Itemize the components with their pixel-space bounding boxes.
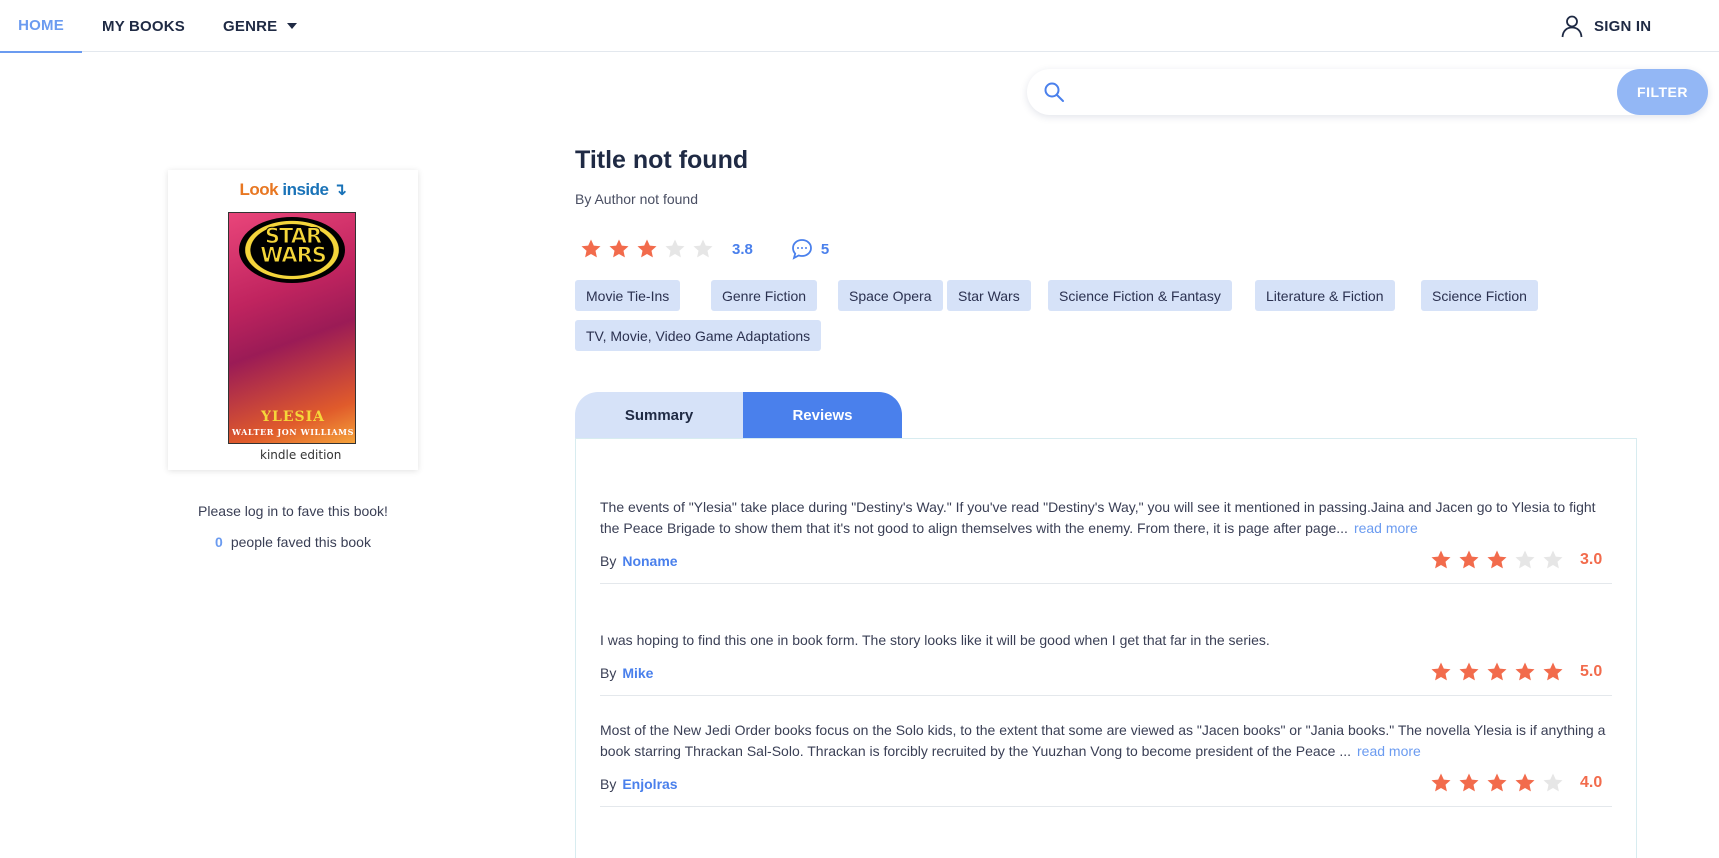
star-icon <box>1459 773 1479 792</box>
look-inside-badge[interactable]: Look inside ↴ <box>168 180 418 200</box>
arrow-down-icon: ↴ <box>332 180 347 199</box>
star-icon <box>1459 662 1479 681</box>
cover-book-name: YLESIA <box>260 409 326 425</box>
book-rating-stars <box>580 238 720 260</box>
book-title: Title not found <box>575 146 749 174</box>
star-icon <box>693 239 713 258</box>
genre-tag[interactable]: Star Wars <box>947 280 1031 311</box>
star-icon <box>1543 550 1563 569</box>
book-tabs: Summary Reviews <box>575 392 902 438</box>
review-item: The events of "Ylesia" take place during… <box>600 497 1612 584</box>
star-icon <box>1431 550 1451 569</box>
fave-count-label: people faved this book <box>230 534 371 550</box>
review-score: 4.0 <box>1580 774 1603 791</box>
star-icon <box>1487 662 1507 681</box>
review-rating-stars <box>1430 549 1570 571</box>
comment-icon[interactable] <box>791 238 813 260</box>
tab-reviews[interactable]: Reviews <box>743 392 902 438</box>
star-icon <box>637 239 657 258</box>
kindle-edition-label: kindle edition <box>260 448 342 462</box>
genre-tag[interactable]: TV, Movie, Video Game Adaptations <box>575 320 822 351</box>
reviewer-name[interactable]: Noname <box>622 553 677 569</box>
review-rating: 4.0 <box>1430 772 1612 794</box>
nav-home[interactable]: HOME <box>0 0 82 53</box>
star-icon <box>609 239 629 258</box>
fave-login-note: Please log in to fave this book! <box>198 503 388 519</box>
sign-in-button[interactable]: SIGN IN <box>1560 0 1651 52</box>
review-author: By Enjolras <box>600 776 678 792</box>
cover-series-text: STAR WARS <box>260 224 328 267</box>
nav-my-books[interactable]: MY BOOKS <box>102 0 185 52</box>
review-footer: By Mike 5.0 <box>600 651 1612 695</box>
reviewer-name[interactable]: Enjolras <box>622 776 677 792</box>
review-score: 5.0 <box>1580 663 1603 680</box>
review-rating-stars <box>1430 661 1570 683</box>
comment-count[interactable]: 5 <box>821 241 829 258</box>
nav-genre-label: GENRE <box>223 17 278 35</box>
cover-image: STAR WARS YLESIA WALTER JON WILLIAMS <box>228 212 356 444</box>
genre-tag[interactable]: Science Fiction & Fantasy <box>1048 280 1232 311</box>
chevron-down-icon <box>287 23 298 29</box>
reviews-panel: The events of "Ylesia" take place during… <box>575 438 1637 858</box>
read-more-link[interactable]: read more <box>1354 520 1418 536</box>
top-navbar: HOME MY BOOKS GENRE SIGN IN <box>0 0 1719 53</box>
search-input[interactable] <box>1077 77 1637 107</box>
star-icon <box>1487 550 1507 569</box>
review-text: I was hoping to find this one in book fo… <box>600 632 1270 648</box>
book-cover[interactable]: Look inside ↴ STAR WARS YLESIA WALTER JO… <box>168 170 418 470</box>
fave-count-number: 0 <box>215 534 223 550</box>
book-rating-value: 3.8 <box>732 240 753 258</box>
genre-tag[interactable]: Science Fiction <box>1421 280 1538 311</box>
review-text: Most of the New Jedi Order books focus o… <box>600 722 1606 759</box>
star-icon <box>1515 773 1535 792</box>
genre-tag[interactable]: Movie Tie-Ins <box>575 280 681 311</box>
star-icon <box>1487 773 1507 792</box>
book-author: By Author not found <box>575 191 698 207</box>
review-rating-stars <box>1430 772 1570 794</box>
genre-tag[interactable]: Space Opera <box>838 280 943 311</box>
star-icon <box>1431 662 1451 681</box>
filter-button[interactable]: FILTER <box>1617 69 1708 115</box>
review-footer: By Enjolras 4.0 <box>600 762 1612 806</box>
reviewer-name[interactable]: Mike <box>622 665 653 681</box>
review-item: Most of the New Jedi Order books focus o… <box>600 720 1612 807</box>
genre-tag[interactable]: Literature & Fiction <box>1255 280 1395 311</box>
review-rating: 3.0 <box>1430 549 1612 571</box>
review-score: 3.0 <box>1580 551 1603 568</box>
read-more-link[interactable]: read more <box>1357 743 1421 759</box>
review-text: The events of "Ylesia" take place during… <box>600 499 1596 536</box>
review-item: I was hoping to find this one in book fo… <box>600 630 1612 696</box>
star-icon <box>581 239 601 258</box>
review-author: By Noname <box>600 553 678 569</box>
star-icon <box>1459 550 1479 569</box>
star-icon <box>1431 773 1451 792</box>
search-icon <box>1044 82 1064 102</box>
star-icon <box>1543 662 1563 681</box>
user-icon <box>1561 15 1583 38</box>
star-icon <box>1543 773 1563 792</box>
sign-in-label: SIGN IN <box>1594 17 1652 35</box>
star-icon <box>665 239 685 258</box>
search-bar: FILTER <box>1027 69 1708 115</box>
cover-author: WALTER JON WILLIAMS <box>232 427 354 437</box>
nav-genre-dropdown[interactable]: GENRE <box>223 0 298 52</box>
review-footer: By Noname 3.0 <box>600 539 1612 583</box>
star-icon <box>1515 550 1535 569</box>
star-icon <box>1515 662 1535 681</box>
review-author: By Mike <box>600 665 654 681</box>
review-rating: 5.0 <box>1430 661 1612 683</box>
fave-count: 0 people faved this book <box>168 534 418 550</box>
book-rating: 3.8 5 <box>580 236 829 262</box>
tab-summary[interactable]: Summary <box>575 392 743 438</box>
genre-tag[interactable]: Genre Fiction <box>711 280 818 311</box>
